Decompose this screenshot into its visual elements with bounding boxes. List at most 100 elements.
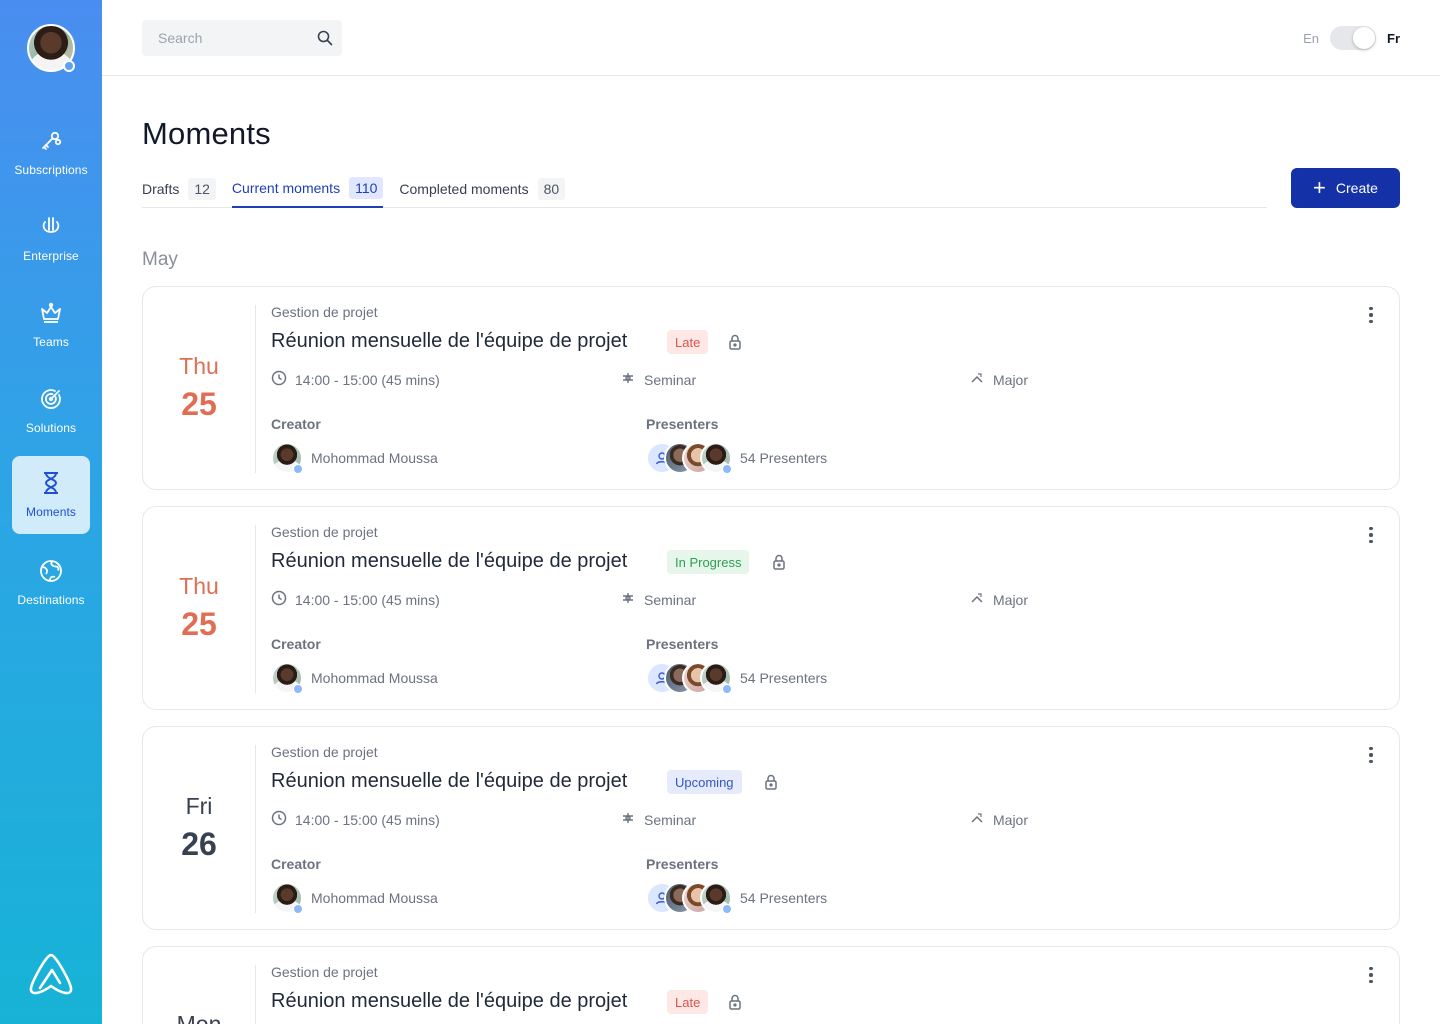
more-options-icon[interactable] <box>1363 525 1379 545</box>
brand-logo-icon[interactable] <box>26 950 76 1000</box>
more-options-icon[interactable] <box>1363 965 1379 985</box>
lock-icon <box>771 553 787 571</box>
moment-category: Gestion de projet <box>271 744 378 760</box>
more-options-icon[interactable] <box>1363 305 1379 325</box>
sidebar-item-label: Teams <box>33 335 69 349</box>
target-icon <box>38 386 64 412</box>
search-input[interactable] <box>142 20 312 56</box>
date-day-number: 25 <box>181 386 217 422</box>
more-options-icon[interactable] <box>1363 745 1379 765</box>
tab-drafts[interactable]: Drafts 12 <box>142 170 216 207</box>
presenters-count: 54 Presenters <box>740 670 828 686</box>
online-status-icon <box>63 60 75 72</box>
moment-time: 14:00 - 15:00 (45 mins) <box>271 370 440 389</box>
date-weekday: Mon <box>176 1011 222 1024</box>
moment-card[interactable]: Thu 25 Gestion de projet Réunion mensuel… <box>142 286 1400 490</box>
clock-icon <box>271 810 287 829</box>
lang-fr-label[interactable]: Fr <box>1387 31 1400 46</box>
moment-title[interactable]: Réunion mensuelle de l'équipe de projet <box>271 330 627 353</box>
presenters-info[interactable]: 54 Presenters <box>646 662 827 694</box>
date-weekday: Fri <box>185 793 213 819</box>
moment-card[interactable]: Thu 25 Gestion de projet Réunion mensuel… <box>142 506 1400 710</box>
moment-level: Major <box>969 810 1028 829</box>
moment-card[interactable]: Fri 26 Gestion de projet Réunion mensuel… <box>142 726 1400 930</box>
badge-icon <box>722 684 732 694</box>
date-block: Thu 25 <box>143 507 255 709</box>
sidebar-item-moments[interactable]: Moments <box>12 456 90 534</box>
globe-icon <box>38 558 64 584</box>
sidebar-item-label: Enterprise <box>23 249 79 263</box>
lock-icon <box>763 773 779 791</box>
level-icon <box>969 810 985 829</box>
moment-tabs: Drafts 12 Current moments 110 Completed … <box>142 170 1267 208</box>
moment-card[interactable]: Mon Gestion de projet Réunion mensuelle … <box>142 946 1400 1024</box>
moment-title[interactable]: Réunion mensuelle de l'équipe de projet <box>271 550 627 573</box>
language-toggle[interactable] <box>1330 26 1376 50</box>
presenter-avatars <box>646 662 732 694</box>
creator-name: Mohommad Moussa <box>311 670 438 686</box>
moment-title[interactable]: Réunion mensuelle de l'équipe de projet <box>271 770 627 793</box>
enterprise-icon <box>38 214 64 240</box>
presenter-avatars <box>646 442 732 474</box>
divider <box>255 965 256 1024</box>
creator-info: Mohommad Moussa <box>271 662 438 694</box>
presenters-info[interactable]: 54 Presenters <box>646 442 827 474</box>
creator-label: Creator <box>271 416 321 432</box>
presenters-label: Presenters <box>646 636 719 652</box>
date-weekday: Thu <box>179 353 219 379</box>
moment-type: Seminar <box>620 370 696 389</box>
seminar-icon <box>620 370 636 389</box>
type-text: Seminar <box>644 591 697 608</box>
creator-info: Mohommad Moussa <box>271 442 438 474</box>
presenter-avatar <box>700 442 732 474</box>
moment-type: Seminar <box>620 590 696 609</box>
page-title: Moments <box>142 116 271 151</box>
presenters-info[interactable]: 54 Presenters <box>646 882 827 914</box>
creator-avatar[interactable] <box>271 662 303 694</box>
status-badge: Late <box>667 990 709 1014</box>
moment-title[interactable]: Réunion mensuelle de l'équipe de projet <box>271 990 627 1013</box>
date-weekday: Thu <box>179 573 219 599</box>
moment-level: Major <box>969 590 1028 609</box>
sidebar-item-solutions[interactable]: Solutions <box>12 372 90 450</box>
level-text: Major <box>993 811 1029 828</box>
time-text: 14:00 - 15:00 (45 mins) <box>295 371 440 388</box>
sidebar-item-subscriptions[interactable]: Subscriptions <box>12 114 90 192</box>
sidebar-item-teams[interactable]: Teams <box>12 286 90 364</box>
plus-icon: + <box>1313 175 1326 200</box>
search-icon[interactable] <box>316 29 334 47</box>
month-heading: May <box>142 249 178 270</box>
seminar-icon <box>620 810 636 829</box>
presenters-count: 54 Presenters <box>740 890 828 906</box>
badge-icon <box>293 904 303 914</box>
seminar-icon <box>620 590 636 609</box>
divider <box>255 525 256 693</box>
moment-type: Seminar <box>620 810 696 829</box>
create-label: Create <box>1335 180 1378 196</box>
moment-level: Major <box>969 370 1028 389</box>
creator-avatar[interactable] <box>271 882 303 914</box>
status-badge: In Progress <box>667 550 750 574</box>
creator-name: Mohommad Moussa <box>311 450 438 466</box>
sidebar-item-enterprise[interactable]: Enterprise <box>12 200 90 278</box>
tab-count: 110 <box>349 177 384 199</box>
lang-en-label[interactable]: En <box>1303 31 1319 46</box>
user-avatar[interactable] <box>27 24 75 72</box>
sidebar-item-label: Destinations <box>17 593 85 607</box>
creator-label: Creator <box>271 856 321 872</box>
sidebar-item-label: Solutions <box>25 421 77 435</box>
tab-completed-moments[interactable]: Completed moments 80 <box>399 170 566 207</box>
tab-current-moments[interactable]: Current moments 110 <box>231 170 384 208</box>
badge-icon <box>293 464 303 474</box>
creator-avatar[interactable] <box>271 442 303 474</box>
key-icon <box>38 128 64 154</box>
toggle-knob <box>1353 27 1375 49</box>
topbar: En Fr <box>102 0 1440 76</box>
type-text: Seminar <box>644 811 697 828</box>
create-button[interactable]: + Create <box>1291 168 1400 208</box>
level-text: Major <box>993 371 1029 388</box>
date-day-number: 25 <box>181 606 217 642</box>
presenter-avatar <box>700 882 732 914</box>
sidebar-item-destinations[interactable]: Destinations <box>12 544 90 622</box>
tab-label: Completed moments <box>399 180 529 197</box>
